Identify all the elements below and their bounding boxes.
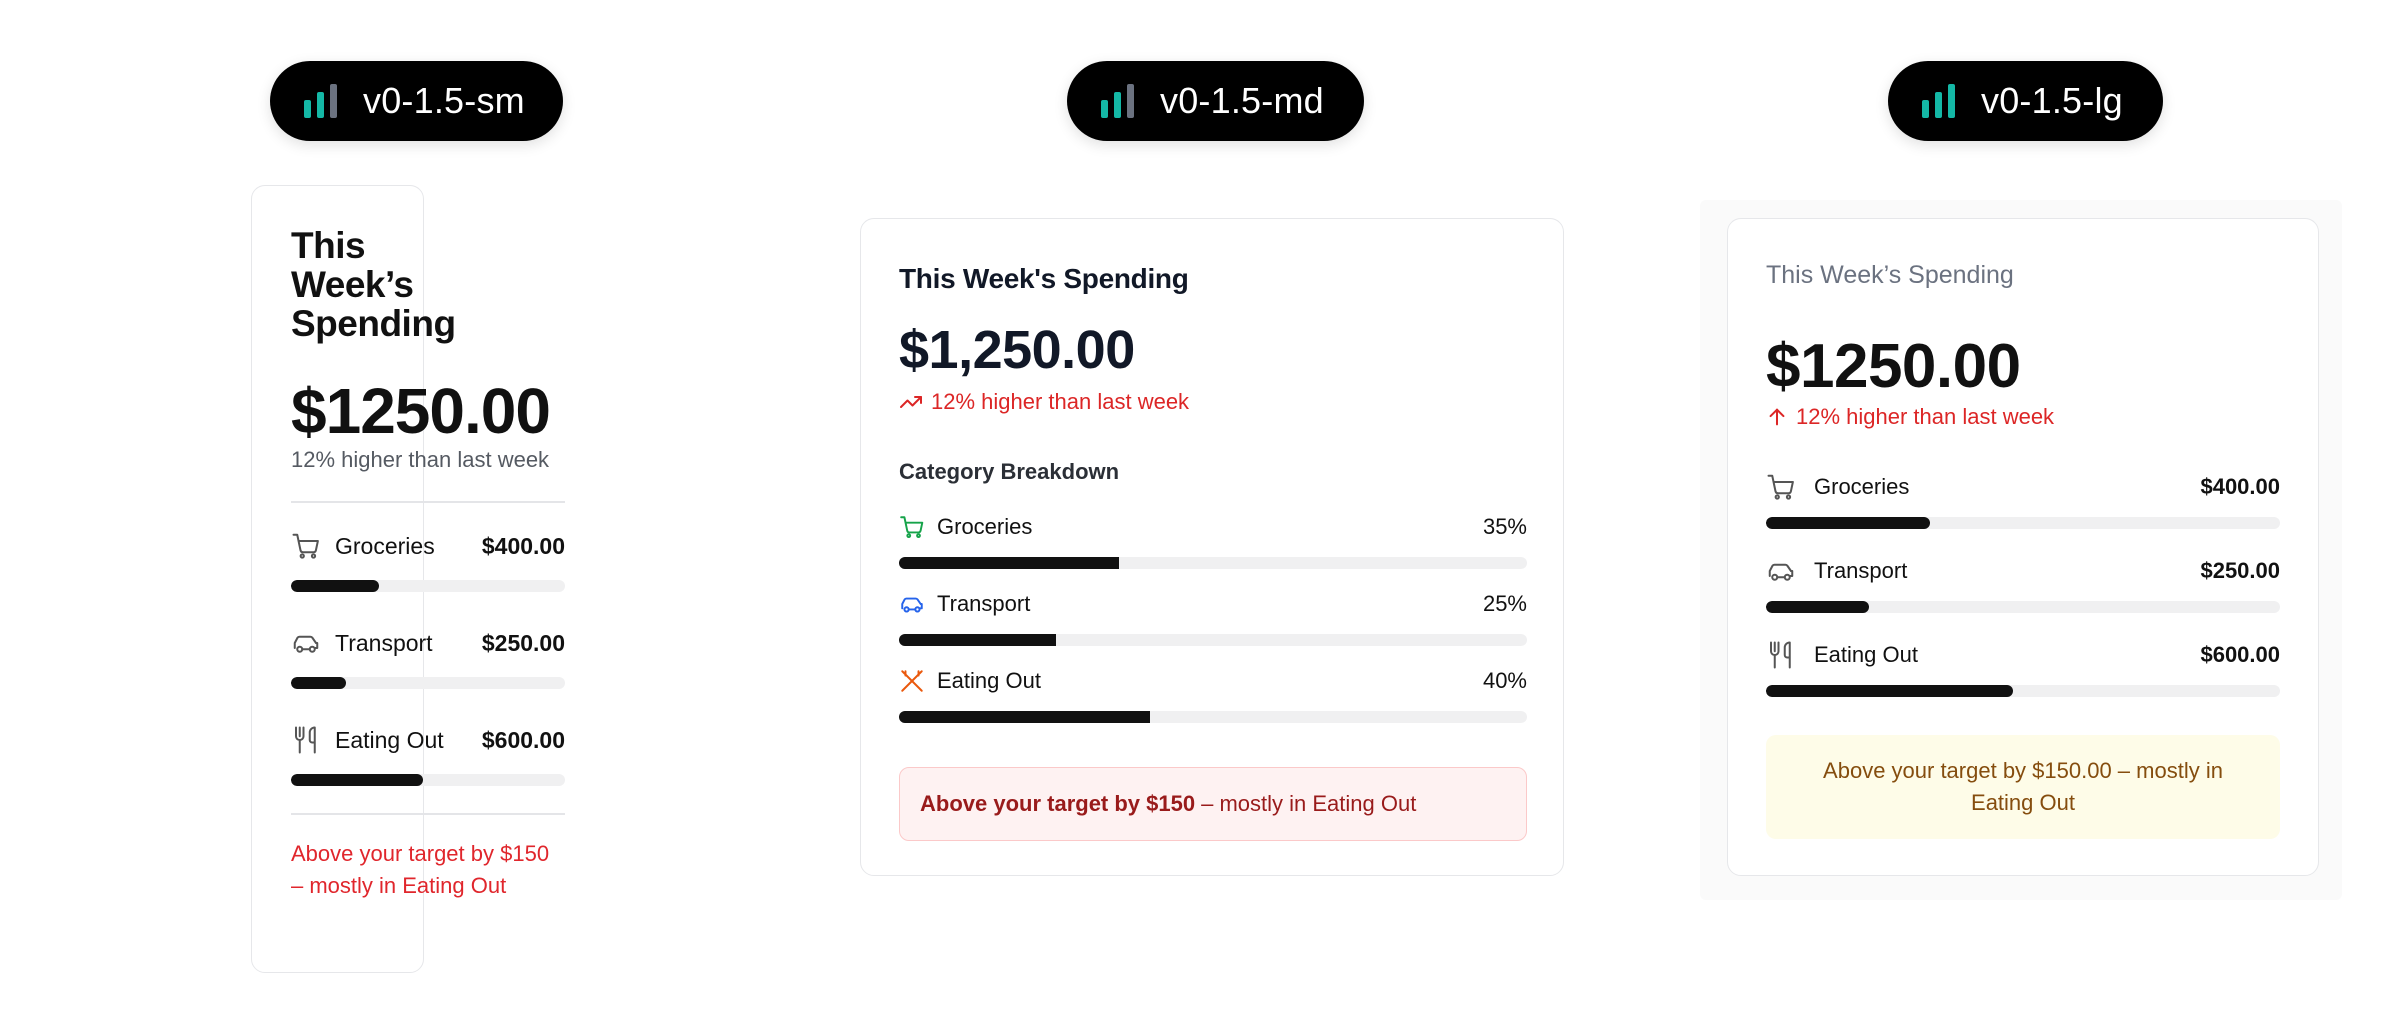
model-label: v0-1.5-lg — [1981, 80, 2123, 121]
alert-detail: – mostly in Eating Out — [1201, 791, 1417, 816]
category-name: Groceries — [1814, 474, 1910, 499]
category-progress — [899, 711, 1527, 723]
category-amount: $250.00 — [481, 629, 565, 656]
progress-fill — [899, 711, 1151, 723]
model-pill-md: v0-1.5-md — [1067, 61, 1364, 141]
category-name: Groceries — [335, 532, 435, 559]
progress-fill — [291, 580, 379, 592]
category-row-groceries: Groceries 35% — [899, 511, 1527, 569]
total-amount: $1250.00 — [1766, 332, 2021, 401]
shopping-cart-icon — [1766, 472, 1796, 502]
shopping-cart-icon — [899, 514, 925, 540]
category-name: Transport — [335, 629, 433, 656]
shopping-cart-icon — [291, 531, 321, 561]
category-amount: $600.00 — [481, 726, 565, 753]
category-row-eating-out: Eating Out $600.00 — [1766, 637, 2280, 697]
divider — [291, 501, 565, 503]
category-row-transport: Transport 25% — [899, 588, 1527, 646]
category-progress — [899, 634, 1527, 646]
car-icon — [899, 591, 925, 617]
progress-fill — [899, 557, 1119, 569]
spending-card-md: This Week's Spending $1,250.00 12% highe… — [860, 218, 1564, 876]
comparison-text: 12% higher than last week — [1796, 404, 2055, 429]
category-row-eating-out: Eating Out 40% — [899, 665, 1527, 723]
category-progress — [291, 580, 565, 592]
trend-row: 12% higher than last week — [899, 389, 1189, 415]
total-amount: $1250.00 — [291, 375, 551, 447]
trending-up-icon — [899, 390, 923, 414]
category-name: Eating Out — [1814, 642, 1918, 667]
category-amount: $400.00 — [2200, 474, 2280, 499]
progress-fill — [1766, 685, 2013, 697]
category-row-eating-out: Eating Out $600.00 — [291, 722, 565, 786]
model-label: v0-1.5-sm — [363, 80, 525, 121]
alert-emphasis: Above your target by $150 — [920, 791, 1196, 816]
card-title: This Week’s Spending — [1766, 261, 2014, 289]
category-progress — [1766, 601, 2280, 613]
category-progress — [291, 774, 565, 786]
total-amount: $1,250.00 — [899, 320, 1135, 380]
category-progress — [899, 557, 1527, 569]
budget-alert: Above your target by $150.00 – mostly in… — [1766, 735, 2280, 839]
car-icon — [1766, 556, 1796, 586]
category-row-groceries: Groceries $400.00 — [291, 528, 565, 592]
section-heading: Category Breakdown — [899, 459, 1120, 484]
signal-bars-icon — [304, 84, 337, 118]
category-percent: 25% — [1482, 591, 1527, 616]
category-progress — [1766, 685, 2280, 697]
progress-fill — [291, 774, 423, 786]
signal-bars-icon — [1922, 84, 1955, 118]
category-name: Transport — [1814, 558, 1908, 583]
category-amount: $250.00 — [2200, 558, 2280, 583]
utensils-icon — [291, 725, 321, 755]
spending-card-lg: This Week’s Spending $1250.00 12% higher… — [1727, 218, 2319, 876]
progress-fill — [1766, 517, 1931, 529]
car-icon — [291, 628, 321, 658]
category-percent: 40% — [1482, 668, 1527, 693]
model-label: v0-1.5-md — [1160, 80, 1324, 121]
divider — [291, 813, 565, 815]
category-name: Eating Out — [937, 668, 1041, 693]
category-row-transport: Transport $250.00 — [1766, 553, 2280, 613]
category-name: Groceries — [937, 514, 1033, 539]
category-name: Eating Out — [335, 726, 444, 753]
category-progress — [291, 677, 565, 689]
spending-card-sm: This Week’s Spending $1250.00 12% higher… — [251, 185, 565, 973]
budget-alert: Above your target by $150 – mostly in Ea… — [899, 767, 1527, 841]
model-pill-lg: v0-1.5-lg — [1888, 61, 2163, 141]
utensils-icon — [1766, 640, 1796, 670]
progress-fill — [291, 677, 346, 689]
card-title: This Week’s Spending — [291, 225, 456, 344]
comparison-text: 12% higher than last week — [291, 447, 550, 472]
category-name: Transport — [937, 591, 1031, 616]
signal-bars-icon — [1101, 84, 1134, 118]
budget-alert: Above your target by $150 – mostly in Ea… — [291, 841, 550, 898]
card-title: This Week's Spending — [899, 263, 1189, 294]
arrow-up-icon — [1766, 406, 1788, 428]
progress-fill — [899, 634, 1056, 646]
utensils-crossed-icon — [899, 668, 925, 694]
category-progress — [1766, 517, 2280, 529]
category-row-groceries: Groceries $400.00 — [1766, 469, 2280, 529]
progress-fill — [1766, 601, 1869, 613]
category-amount: $400.00 — [481, 532, 565, 559]
category-row-transport: Transport $250.00 — [291, 625, 565, 689]
comparison-text: 12% higher than last week — [931, 389, 1190, 414]
model-pill-sm: v0-1.5-sm — [270, 61, 563, 141]
category-percent: 35% — [1482, 514, 1527, 539]
category-amount: $600.00 — [2200, 642, 2280, 667]
trend-row: 12% higher than last week — [1766, 404, 2054, 430]
